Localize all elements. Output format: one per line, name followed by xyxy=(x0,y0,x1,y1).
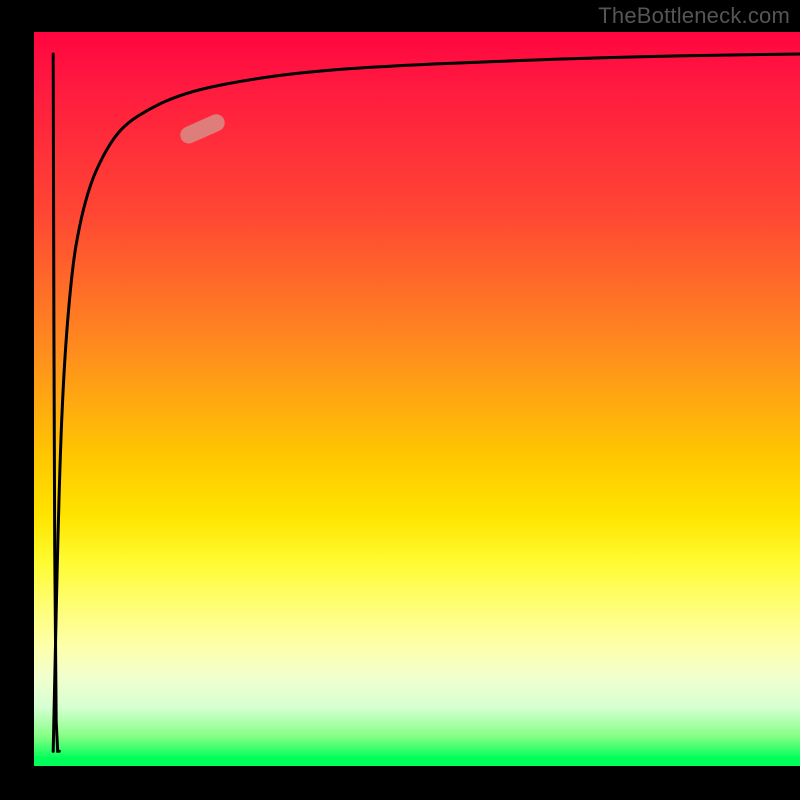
plot-area xyxy=(34,32,800,766)
watermark-text: TheBottleneck.com xyxy=(598,3,790,29)
bottleneck-curve-line xyxy=(53,54,800,751)
curve-layer xyxy=(34,32,800,766)
highlight-marker xyxy=(178,112,227,145)
chart-frame: TheBottleneck.com xyxy=(0,0,800,800)
